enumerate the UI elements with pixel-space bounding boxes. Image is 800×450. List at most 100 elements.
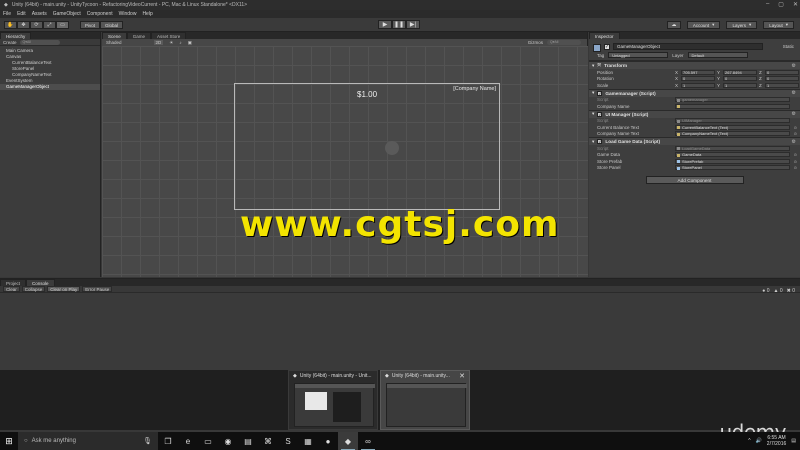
effects-toggle-icon[interactable]: ▣ [188,40,192,46]
warning-count-icon[interactable]: ▲ 0 [774,288,783,294]
game-data-field[interactable]: GameData [675,152,790,158]
step-button[interactable]: ▶| [406,20,420,29]
object-picker-icon[interactable]: ⊙ [794,131,797,136]
menu-window[interactable]: Window [119,11,137,17]
object-picker-icon[interactable]: ⊙ [794,152,797,157]
account-dropdown[interactable]: Account ▾ [686,21,721,29]
tab-console[interactable]: Console [26,279,55,286]
chrome-icon[interactable]: ◉ [218,432,238,450]
skype-icon[interactable]: S [278,432,298,450]
edge-icon[interactable]: e [178,432,198,450]
object-name-field[interactable]: GameManagerObject [613,43,763,50]
info-count-icon[interactable]: ● 0 [762,288,769,294]
tab-inspector[interactable]: Inspector [589,32,620,39]
pivot-button[interactable]: Pivot [80,21,101,29]
create-dropdown[interactable]: Create [3,40,17,45]
company-name-text-field[interactable]: CompanyNameText (Text) [675,131,790,137]
recorder-icon[interactable]: ● [318,432,338,450]
unity-taskbar-icon[interactable]: ◆ [338,432,358,450]
clear-button[interactable]: Clear [3,286,20,292]
close-icon[interactable]: ✕ [793,1,798,8]
error-count-icon[interactable]: ✖ 0 [787,288,795,294]
gear-icon[interactable]: ⚙ [792,90,796,96]
tab-project[interactable]: Project [0,279,27,286]
hand-tool-icon[interactable]: ✋ [4,21,17,29]
position-x-field[interactable]: 705.597 [681,69,715,75]
menu-component[interactable]: Component [87,11,113,17]
rotation-x-field[interactable]: 0 [681,76,715,82]
audio-toggle-icon[interactable]: ♪ [179,40,181,45]
rect-tool-icon[interactable]: ▭ [56,21,69,29]
canvas-rect[interactable]: $1.00 [Company Name] [234,83,500,210]
move-tool-icon[interactable]: ✥ [17,21,30,29]
minimize-icon[interactable]: – [766,1,769,8]
clock[interactable]: 6:55 AM 2/7/2016 [767,435,786,447]
scale-z-field[interactable]: 1 [765,82,799,88]
windows-start-icon[interactable]: ⊞ [0,432,18,450]
maximize-icon[interactable]: ▢ [778,1,784,8]
gear-icon[interactable]: ⚙ [792,139,796,145]
notifications-icon[interactable]: ▤ [791,438,796,444]
scene-search-input[interactable]: Q▾All [547,40,581,45]
store-prefab-field[interactable]: StorePrefab [675,158,790,164]
gameobject-gizmo-icon[interactable] [385,141,399,155]
tag-dropdown[interactable]: Untagged [608,52,669,58]
network-app-icon[interactable]: ⌘ [258,432,278,450]
add-component-button[interactable]: Add Component [645,176,744,184]
tab-hierarchy[interactable]: Hierarchy [0,32,32,39]
chevron-up-icon[interactable]: ^ [748,438,750,444]
window-thumbnail-1[interactable]: ◆ Unity (64bit) - main.unity - Unit... [288,370,378,430]
tab-scene[interactable]: Scene [102,32,127,39]
error-pause-button[interactable]: Error Pause [82,286,113,292]
shaded-dropdown[interactable]: Shaded [106,40,122,45]
gear-icon[interactable]: ⚙ [792,63,796,69]
microphone-icon[interactable]: 🎙 [143,437,152,445]
component-enable-checkbox[interactable]: ✓ [597,111,603,117]
file-explorer-icon[interactable]: ▭ [198,432,218,450]
component-enable-checkbox[interactable]: ✓ [597,139,603,144]
current-balance-text-field[interactable]: CurrentBalanceText (Text) [675,124,790,130]
foldout-arrow-icon[interactable]: ▾ [592,111,594,117]
static-checkbox[interactable]: Static [783,44,794,49]
scene-viewport[interactable]: $1.00 [Company Name] www.cgtsj.com [102,46,588,277]
task-view-icon[interactable]: ❐ [158,432,178,450]
foldout-arrow-icon[interactable]: ▾ [592,63,594,69]
active-checkbox[interactable]: ✓ [604,44,610,50]
object-picker-icon[interactable]: ⊙ [794,165,797,170]
current-balance-text[interactable]: $1.00 [357,90,377,99]
cortana-search[interactable]: ○ Ask me anything 🎙 [18,432,158,450]
gamemanager-header[interactable]: ▾ ✓ Gamemanager (Script) ⚙ [589,88,800,97]
transform-header[interactable]: ▾ ⤧ Transform ⚙ [589,61,800,69]
clear-on-play-button[interactable]: Clear on Play [47,286,81,292]
company-name-text[interactable]: [Company Name] [453,86,496,92]
company-name-input[interactable] [675,103,790,109]
rotate-tool-icon[interactable]: ⟳ [30,21,43,29]
collapse-button[interactable]: Collapse [21,286,46,292]
global-button[interactable]: Global [100,21,124,29]
component-enable-checkbox[interactable]: ✓ [597,90,603,96]
pause-button[interactable]: ❚❚ [392,20,406,29]
tab-asset-store[interactable]: Asset Store [151,32,187,39]
hierarchy-item[interactable]: GameManagerObject [0,84,100,90]
foldout-arrow-icon[interactable]: ▾ [592,90,594,96]
cloud-icon[interactable]: ☁ [666,21,681,29]
loadgamedata-header[interactable]: ▾ ✓ Load Game Data (Script) ⚙ [589,137,800,145]
store-icon[interactable]: ▤ [238,432,258,450]
layout-dropdown[interactable]: Layout ▾ [763,21,794,29]
rotation-y-field[interactable]: 0 [723,76,757,82]
object-picker-icon[interactable]: ⊙ [794,125,797,130]
layer-dropdown[interactable]: Default [687,52,748,58]
tab-game[interactable]: Game [126,32,152,39]
rotation-z-field[interactable]: 0 [765,76,799,82]
position-z-field[interactable]: 0 [765,69,799,75]
2d-toggle[interactable]: 2D [153,40,164,45]
visual-studio-icon[interactable]: ∞ [358,432,378,450]
foldout-arrow-icon[interactable]: ▾ [592,139,594,145]
position-y-field[interactable]: 267.8494 [723,69,757,75]
volume-icon[interactable]: 🔊 [756,438,762,444]
play-button[interactable]: ▶ [378,20,392,29]
scale-y-field[interactable]: 1 [723,82,757,88]
scale-x-field[interactable]: 1 [681,82,715,88]
store-panel-field[interactable]: StorePanel [675,165,790,171]
menu-edit[interactable]: Edit [17,11,26,17]
